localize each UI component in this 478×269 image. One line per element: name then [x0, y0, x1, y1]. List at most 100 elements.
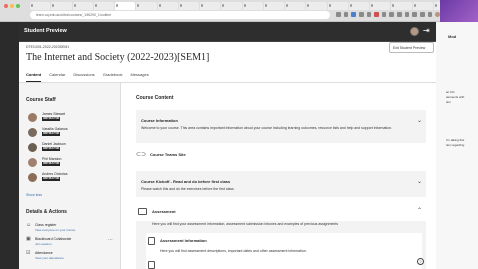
browser-tab[interactable]	[285, 2, 306, 10]
browser-tab[interactable]	[263, 2, 284, 10]
detail-title: Blackboard Collaborate	[35, 237, 72, 241]
exit-student-preview-button[interactable]: Exit Student Preview	[389, 42, 434, 53]
course-page: DTEI1001-2022-2023SEM1 The Internet and …	[19, 42, 436, 269]
browser-tab[interactable]	[136, 2, 157, 10]
staff-name: Vassilis Galanos	[42, 127, 68, 131]
extension-icon[interactable]	[374, 12, 379, 17]
browser-tab[interactable]	[51, 2, 72, 10]
course-information-card[interactable]: Course Information Welcome to your cours…	[136, 110, 426, 143]
browser-tabstrip	[30, 2, 454, 10]
document-icon	[148, 261, 155, 269]
show-less-link[interactable]: Show less	[26, 193, 42, 197]
extension-icon[interactable]	[381, 12, 387, 17]
assessment-folder[interactable]: Assessment ⌃ Here you will find your ass…	[136, 203, 426, 269]
folder-description: Here you will find your assessment infor…	[152, 222, 338, 226]
background-window-label: Mod	[448, 34, 457, 39]
browser-tab[interactable]	[306, 2, 327, 10]
browser-tab[interactable]	[242, 2, 263, 10]
extension-icon[interactable]	[343, 12, 349, 17]
chevron-down-icon[interactable]: ⌄	[417, 179, 422, 185]
detail-link[interactable]: Join session	[35, 242, 52, 246]
detail-title: Class register	[35, 223, 57, 227]
staff-member[interactable]: Daniel Jackson INSTRUCTOR	[28, 142, 118, 154]
extension-icon[interactable]	[427, 12, 433, 17]
card-title: Course Kickoff - Read and do before firs…	[141, 179, 231, 184]
background-window: Mod an OC elements with tion I'm taking …	[436, 22, 478, 269]
item-title: Assessment Information	[160, 238, 207, 243]
tab-content[interactable]: Content	[26, 72, 42, 82]
tab-gradebook[interactable]: Gradebook	[103, 72, 123, 82]
extension-icon[interactable]	[389, 12, 395, 17]
folder-title: Assessment	[152, 209, 176, 214]
extension-icon[interactable]	[420, 12, 425, 17]
staff-member[interactable]: Phil Marston INSTRUCTOR	[28, 157, 118, 169]
browser-chrome: learn.uq.edu.au/ultra/courses/_156290_1/…	[0, 0, 478, 22]
extension-icon[interactable]	[358, 12, 364, 17]
detail-link[interactable]: View your attendance	[35, 256, 64, 260]
browser-tab[interactable]	[221, 2, 242, 10]
browser-tab[interactable]	[412, 2, 433, 10]
browser-tab[interactable]	[72, 2, 93, 10]
browser-tab[interactable]	[200, 2, 221, 10]
staff-member[interactable]: Vassilis Galanos INSTRUCTOR	[28, 127, 118, 139]
extension-icon[interactable]	[397, 12, 402, 17]
staff-member[interactable]: Andres Ordorica INSTRUCTOR	[28, 172, 118, 184]
browser-tab[interactable]	[391, 2, 412, 10]
tab-messages[interactable]: Messages	[130, 72, 148, 82]
role-badge: INSTRUCTOR	[42, 177, 61, 181]
address-bar[interactable]: learn.uq.edu.au/ultra/courses/_156290_1/…	[30, 11, 330, 19]
teams-title: Course Teams Site	[150, 152, 186, 157]
course-code: DTEI1001-2022-2023SEM1	[26, 45, 70, 49]
chevron-down-icon[interactable]: ⌄	[417, 118, 422, 124]
help-icon[interactable]: ?	[417, 258, 424, 265]
tab-discussions[interactable]: Discussions	[73, 72, 94, 82]
user-avatar[interactable]	[410, 27, 419, 36]
more-options-icon[interactable]: ⋯	[108, 237, 113, 243]
exit-icon[interactable]: ⇥	[423, 26, 433, 36]
chevron-up-icon[interactable]: ⌃	[417, 208, 422, 214]
course-teams-site-link[interactable]: ⊂⊃ Course Teams Site	[136, 149, 426, 161]
attendance-icon: ☑	[26, 250, 31, 256]
browser-tab[interactable]	[30, 2, 51, 10]
browser-tab[interactable]	[93, 2, 114, 10]
browser-tab[interactable]	[178, 2, 199, 10]
class-register-row[interactable]: ☺ Class register View everyone on your c…	[26, 223, 116, 235]
role-badge: INSTRUCTOR	[42, 162, 61, 166]
staff-name: Phil Marston	[42, 157, 62, 161]
minimize-window-icon[interactable]	[10, 4, 14, 8]
item-description: Here you will find assessment descriptio…	[160, 249, 307, 253]
course-sidebar: Course Staff James Stewart INSTRUCTOR Va…	[19, 83, 121, 269]
browser-tab[interactable]	[157, 2, 178, 10]
tab-calendar[interactable]: Calendar	[49, 72, 65, 82]
staff-name: James Stewart	[42, 112, 66, 116]
background-window-banner	[440, 0, 478, 24]
student-preview-bar: Student Preview ⇥	[19, 22, 436, 42]
course-kickoff-card[interactable]: Course Kickoff - Read and do before firs…	[136, 171, 426, 197]
staff-name: Andres Ordorica	[42, 172, 68, 176]
collaborate-row[interactable]: ▣ Blackboard Collaborate Join session ⋯	[26, 237, 116, 249]
course-staff-heading: Course Staff	[26, 97, 56, 103]
avatar	[28, 158, 37, 167]
browser-tab[interactable]	[370, 2, 391, 10]
course-nav-tabs: Content Calendar Discussions Gradebook M…	[26, 72, 149, 82]
extension-icon[interactable]	[336, 12, 341, 17]
extension-icon[interactable]	[366, 12, 372, 17]
detail-link[interactable]: View everyone on your course	[35, 228, 75, 232]
staff-member[interactable]: James Stewart INSTRUCTOR	[28, 112, 118, 124]
link-icon: ⊂⊃	[136, 152, 147, 158]
background-text: an OC	[446, 90, 455, 94]
browser-tab-active[interactable]	[115, 2, 136, 10]
attendance-row[interactable]: ☑ Attendance View your attendance	[26, 251, 116, 263]
extension-icon[interactable]	[412, 12, 418, 17]
background-text: I'm taking this	[446, 138, 465, 142]
people-icon: ☺	[26, 222, 32, 228]
card-description: Welcome to your course. This area contai…	[141, 126, 393, 130]
maximize-window-icon[interactable]	[16, 4, 20, 8]
extension-icon[interactable]	[404, 12, 410, 17]
browser-tab[interactable]	[327, 2, 348, 10]
extension-icon[interactable]	[351, 12, 356, 17]
assessment-header[interactable]: Assessment ⌃	[136, 203, 426, 221]
browser-tab[interactable]	[348, 2, 369, 10]
close-window-icon[interactable]	[4, 4, 8, 8]
assessment-information-item[interactable]: Assessment Information Here you will fin…	[146, 233, 422, 269]
